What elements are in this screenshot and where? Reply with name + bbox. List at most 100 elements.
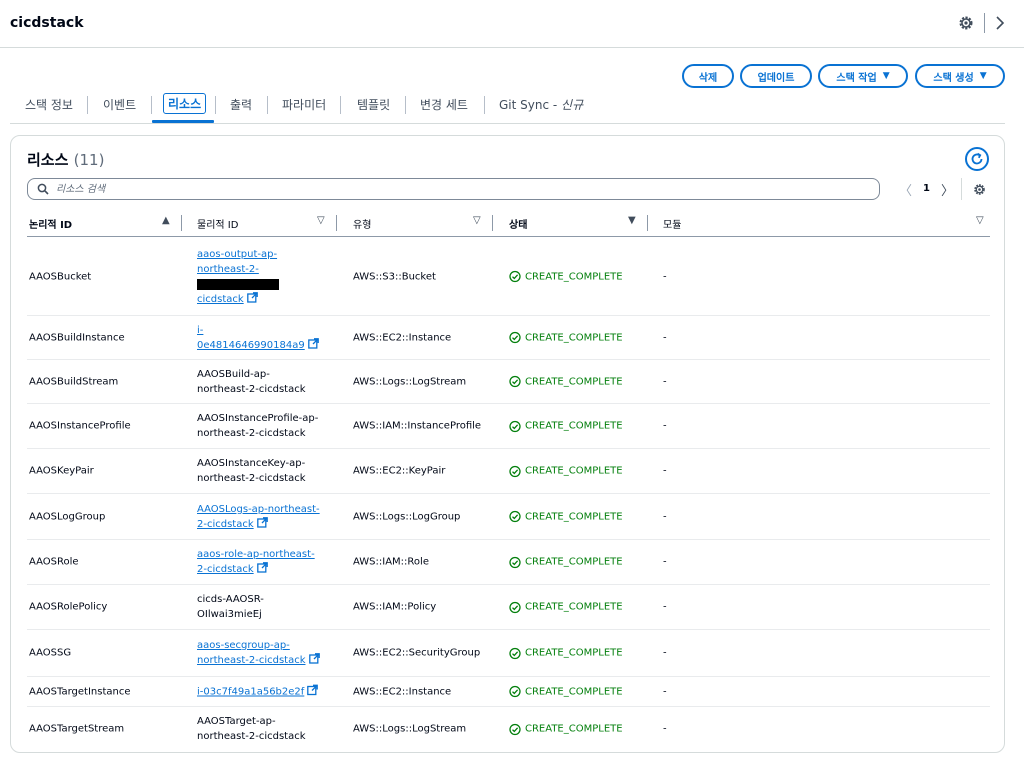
table-row: AAOSTargetInstance i-03c7f49a1a56b2e2f AWS… [27,677,990,707]
module-value: - [663,686,667,697]
check-circle-icon [509,465,521,477]
status-badge: CREATE_COMPLETE [509,330,659,345]
delete-button[interactable]: 삭제 [682,64,734,88]
external-link-icon [307,337,319,349]
pager-next-button[interactable]: 〉 [941,180,954,199]
refresh-button[interactable] [965,147,989,171]
column-type[interactable]: 유형 [353,216,371,231]
physical-id-link[interactable]: aaos-role-ap-northeast- 2-cicdstack [197,547,337,577]
module-value: - [663,511,667,522]
physical-id-link[interactable]: AAOSLogs-ap-northeast- 2-cicdstack [197,502,337,532]
physical-id-link[interactable]: i-03c7f49a1a56b2e2f [197,684,337,699]
column-status[interactable]: 상태 [509,216,527,231]
delete-button-label: 삭제 [698,72,718,84]
physical-id-link[interactable]: aaos-output-ap-northeast-2- cicdstack [197,247,337,307]
external-link-icon [307,684,319,695]
check-circle-icon [509,375,521,388]
physical-id-text: AAOSInstanceProfile-ap- [197,413,319,424]
page-number[interactable]: 1 [923,183,930,194]
tab-template[interactable]: 템플릿 [357,96,390,113]
column-divider[interactable] [492,215,493,231]
status-badge: CREATE_COMPLETE [509,374,659,389]
status-text: CREATE_COMPLETE [525,686,623,697]
logical-id: AAOSSG [29,647,72,659]
tab-events[interactable]: 이벤트 [103,96,136,113]
tabs-divider [10,123,1005,124]
physical-id-link[interactable]: i- 0e4814646990184a9 [197,323,337,353]
caret-down-icon: ▼ [882,71,890,81]
column-physical-id[interactable]: 물리적 ID [197,216,238,231]
logical-id: AAOSBuildInstance [29,332,125,343]
status-badge: CREATE_COMPLETE [509,722,659,737]
check-circle-icon [509,685,521,698]
physical-id-text: aaos-output-ap- [197,248,278,260]
refresh-icon [971,152,983,165]
resource-type: AWS::Logs::LogStream [353,376,467,387]
pager-prev-button[interactable]: 〈 [899,180,912,199]
column-logical-id[interactable]: 논리적 ID [29,216,72,231]
tab-outputs[interactable]: 출력 [230,96,252,113]
physical-id-text: OIlwai3mieEj [197,609,262,620]
status-text: CREATE_COMPLETE [525,465,623,477]
physical-id: AAOSInstanceProfile-ap-northeast-2-cicds… [197,411,337,441]
physical-id-text: i- [197,324,204,336]
tab-divider [405,96,406,114]
tab-git-sync[interactable]: Git Sync - 신규 [499,96,583,113]
physical-id-text: northeast-2-cicdstack [197,731,306,742]
module-value: - [663,420,667,432]
create-stack-label: 스택 생성 [933,72,974,84]
table-settings-icon[interactable] [973,183,986,196]
tab-change-sets[interactable]: 변경 세트 [420,96,468,113]
sort-icon[interactable]: ▼ [628,215,636,226]
stack-actions-button[interactable]: 스택 작업 ▼ [818,64,908,88]
tab-divider [215,96,216,114]
status-text: CREATE_COMPLETE [525,511,623,522]
status-badge: CREATE_COMPLETE [509,464,659,479]
column-divider[interactable] [181,215,182,231]
status-badge: CREATE_COMPLETE [509,509,659,524]
resources-panel: 리소스 (11) 〈 1 〉 논리적 ID ▲ 물리적 ID ▽ 유형 ▽ 상태… [10,135,1005,753]
tab-resources[interactable]: 리소스 [163,93,207,114]
status-badge: CREATE_COMPLETE [509,269,659,284]
top-bar: cicdstack [0,0,1024,48]
status-text: CREATE_COMPLETE [525,647,623,659]
gear-icon[interactable] [958,15,974,31]
check-circle-icon [509,723,521,735]
resource-type: AWS::EC2::Instance [353,332,452,343]
table-row: AAOSRolePolicy cicds-AAOSR- OIlwai3mieEj AW… [27,585,990,630]
search-icon [37,183,49,195]
create-stack-button[interactable]: 스택 생성 ▼ [915,64,1005,88]
resource-count: (11) [73,151,105,169]
physical-id: AAOSBuild-ap-northeast-2-cicdstack [197,367,337,397]
physical-id-text: i-03c7f49a1a56b2e2f [197,686,305,697]
sort-icon[interactable]: ▽ [317,215,325,226]
divider [961,178,962,200]
sort-icon[interactable]: ▽ [976,215,984,226]
chevron-right-icon[interactable] [993,14,1007,32]
external-link-icon [246,291,258,303]
update-button[interactable]: 업데이트 [740,64,812,88]
logical-id: AAOSTargetStream [29,723,125,735]
sort-asc-icon[interactable]: ▲ [162,215,170,226]
logical-id: AAOSLogGroup [29,511,106,522]
search-input[interactable] [56,181,856,197]
status-badge: CREATE_COMPLETE [509,555,659,570]
physical-id-text: cicdstack [197,293,244,305]
status-text: CREATE_COMPLETE [525,332,623,343]
logical-id: AAOSInstanceProfile [29,420,131,432]
column-divider[interactable] [647,215,648,231]
check-circle-icon [509,556,521,568]
sort-icon[interactable]: ▽ [473,215,481,226]
tab-stack-info[interactable]: 스택 정보 [25,96,73,113]
status-badge: CREATE_COMPLETE [509,646,659,661]
physical-id-link[interactable]: aaos-secgroup-ap-northeast-2-cicdstack [197,638,337,668]
check-circle-icon [509,510,521,523]
tab-parameters[interactable]: 파라미터 [282,96,326,113]
module-value: - [663,601,667,613]
column-divider[interactable] [336,215,337,231]
physical-id: AAOSTarget-ap-northeast-2-cicdstack [197,714,337,744]
module-value: - [663,556,667,568]
column-module[interactable]: 모듈 [663,216,681,231]
module-value: - [663,376,667,387]
update-button-label: 업데이트 [757,72,795,84]
